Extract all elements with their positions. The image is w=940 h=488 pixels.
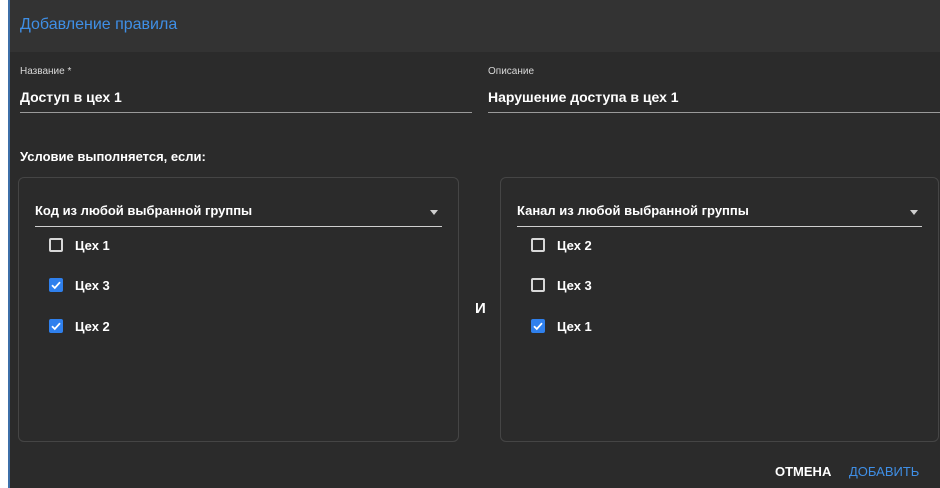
left-group-select[interactable]: Код из любой выбранной группы (35, 200, 442, 227)
chevron-down-icon[interactable] (910, 210, 918, 215)
name-field-label: Название * (20, 66, 72, 77)
name-field-underline (20, 112, 472, 113)
checkbox-unchecked-icon[interactable] (531, 238, 545, 252)
add-button[interactable]: ДОБАВИТЬ (849, 464, 919, 479)
right-group-select-value: Канал из любой выбранной группы (517, 203, 749, 218)
checkbox-label: Цех 3 (75, 278, 110, 293)
left-group-select-value: Код из любой выбранной группы (35, 203, 253, 218)
condition-label: Условие выполняется, если: (20, 149, 206, 164)
description-field-input[interactable]: Нарушение доступа в цех 1 (488, 89, 679, 105)
and-operator-label: И (475, 300, 486, 317)
cancel-button[interactable]: ОТМЕНА (775, 464, 831, 479)
chevron-down-icon[interactable] (430, 210, 438, 215)
checkbox-label: Цех 2 (557, 238, 592, 253)
checkbox-checked-icon[interactable] (49, 319, 63, 333)
right-condition-panel: Канал из любой выбранной группы Цех 2 Це… (500, 177, 939, 442)
dialog-title: Добавление правила (20, 16, 178, 33)
dialog-header: Добавление правила (10, 0, 940, 52)
add-rule-dialog: Добавление правила Название * Доступ в ц… (8, 0, 940, 488)
checkbox-label: Цех 1 (75, 238, 110, 253)
name-field-input[interactable]: Доступ в цех 1 (20, 89, 122, 105)
checkbox-label: Цех 1 (557, 319, 592, 334)
checkbox-unchecked-icon[interactable] (49, 238, 63, 252)
description-field-label: Описание (488, 66, 535, 77)
right-group-select[interactable]: Канал из любой выбранной группы (517, 200, 922, 227)
description-field-underline (488, 112, 940, 113)
checkbox-label: Цех 2 (75, 319, 110, 334)
checkbox-checked-icon[interactable] (531, 319, 545, 333)
checkbox-checked-icon[interactable] (49, 278, 63, 292)
left-condition-panel: Код из любой выбранной группы Цех 1 Цех … (18, 177, 459, 442)
checkbox-unchecked-icon[interactable] (531, 278, 545, 292)
checkbox-label: Цех 3 (557, 278, 592, 293)
